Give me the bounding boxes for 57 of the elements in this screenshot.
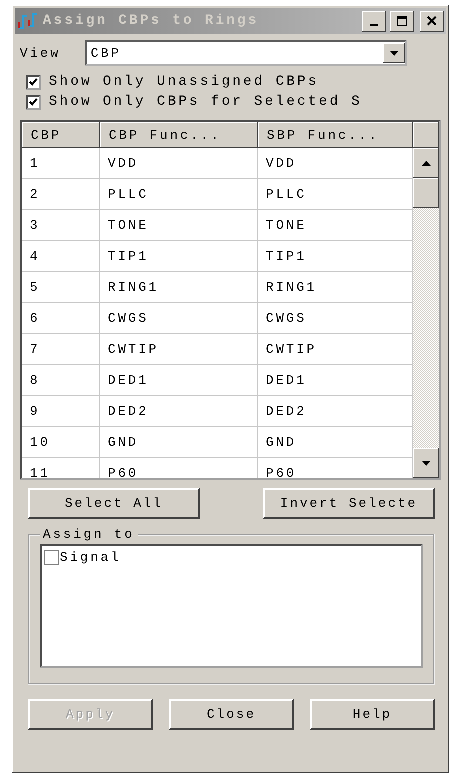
- up-arrow-icon: [422, 160, 430, 166]
- app-icon: [17, 12, 39, 30]
- table-cell: 6: [22, 303, 100, 334]
- checkbox[interactable]: [26, 94, 41, 110]
- table-cell: RING1: [100, 272, 258, 303]
- maximize-button[interactable]: [390, 10, 414, 32]
- column-header[interactable]: CBP: [22, 122, 100, 148]
- table-cell: 8: [22, 365, 100, 396]
- table-cell: DED1: [100, 365, 258, 396]
- scrollbar[interactable]: [413, 148, 439, 478]
- column-header[interactable]: SBP Func...: [258, 122, 413, 148]
- invert-selection-button[interactable]: Invert Selecte: [263, 488, 435, 519]
- table-cell: PLLC: [100, 179, 258, 210]
- minimize-icon: [370, 24, 378, 26]
- window-title: Assign CBPs to Rings: [43, 13, 260, 29]
- check-icon: [29, 98, 38, 106]
- column-header[interactable]: CBP Func...: [100, 122, 258, 148]
- dialog-button[interactable]: Close: [169, 699, 294, 730]
- table-cell: 3: [22, 210, 100, 241]
- check-icon: [29, 78, 38, 86]
- table-cell: TONE: [100, 210, 258, 241]
- view-label: View: [20, 46, 61, 60]
- dropdown-button[interactable]: [383, 43, 405, 63]
- checkbox[interactable]: [44, 550, 59, 565]
- checkbox[interactable]: [26, 74, 41, 90]
- scroll-thumb[interactable]: [413, 178, 439, 208]
- table-cell: GND: [100, 427, 258, 458]
- table-cell: 10: [22, 427, 100, 458]
- table-cell: 1: [22, 148, 100, 179]
- caret-icon: [390, 50, 398, 56]
- table-cell: DED2: [100, 396, 258, 427]
- group-title: Assign to: [42, 527, 136, 542]
- scroll-up-button[interactable]: [413, 148, 439, 178]
- option-checkbox[interactable]: Show Only Unassigned CBPs: [26, 72, 441, 92]
- item-label: Signal: [60, 550, 122, 565]
- option-label: Show Only CBPs for Selected S: [49, 94, 362, 110]
- minimize-button[interactable]: [362, 10, 386, 32]
- table-cell: 2: [22, 179, 100, 210]
- table-cell: 4: [22, 241, 100, 272]
- table-cell: 5: [22, 272, 100, 303]
- table-cell: TIP1: [100, 241, 258, 272]
- list-item[interactable]: Signal: [44, 550, 419, 565]
- scroll-down-button[interactable]: [413, 448, 439, 478]
- table-cell: CWGS: [100, 303, 258, 334]
- dialog-button[interactable]: Help: [310, 699, 435, 730]
- close-button[interactable]: [420, 10, 444, 32]
- table-cell: VDD: [100, 148, 258, 179]
- option-label: Show Only Unassigned CBPs: [49, 74, 320, 90]
- view-dropdown[interactable]: CBP: [84, 40, 407, 66]
- option-checkbox[interactable]: Show Only CBPs for Selected S: [26, 92, 441, 112]
- table-cell: CWTIP: [100, 334, 258, 365]
- select-all-button[interactable]: Select All: [28, 488, 200, 519]
- maximize-icon: [396, 16, 408, 26]
- down-arrow-icon: [422, 460, 430, 466]
- close-icon: [427, 16, 437, 26]
- table-cell: 9: [22, 396, 100, 427]
- table-cell: 7: [22, 334, 100, 365]
